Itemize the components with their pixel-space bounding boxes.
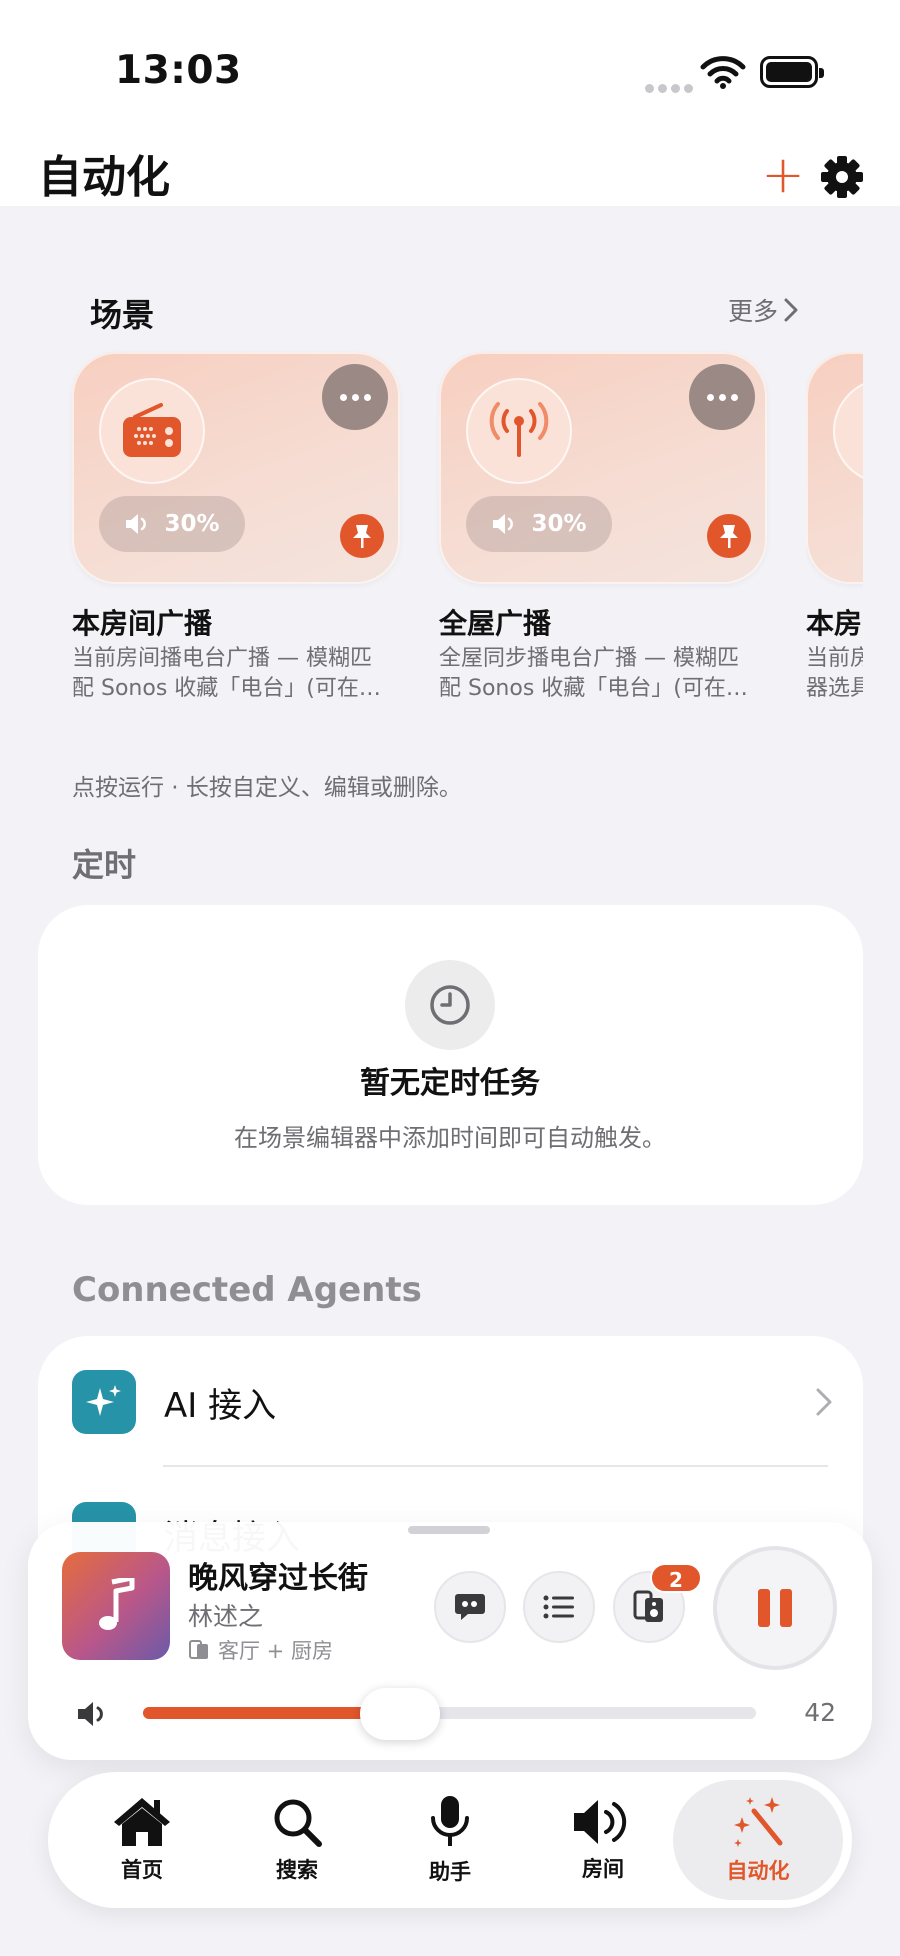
- battery-icon: [760, 56, 824, 88]
- gear-icon[interactable]: [818, 153, 866, 201]
- more-label: 更多: [728, 297, 779, 326]
- speaker-volume-icon: [574, 1800, 627, 1844]
- pin-icon: [720, 525, 738, 548]
- volume-slider-thumb[interactable]: [360, 1688, 440, 1740]
- scene-pin-button[interactable]: [340, 514, 384, 558]
- antenna-icon: [489, 402, 549, 457]
- agents-divider: [163, 1465, 828, 1467]
- scenes-hint: 点按运行 · 长按自定义、编辑或删除。: [72, 775, 462, 801]
- scene-icon-wrap: [99, 378, 205, 484]
- scene-volume-pill: 30%: [466, 496, 612, 552]
- scene-desc-line2: 配 Sonos 收藏「电台」(可在…: [439, 676, 748, 701]
- volume-icon: [78, 1702, 103, 1726]
- queue-button[interactable]: [523, 1571, 595, 1643]
- scene-title: 全屋广播: [439, 607, 552, 640]
- schedule-empty-subtitle: 在场景编辑器中添加时间即可自动触发。: [234, 1124, 666, 1152]
- search-icon: [274, 1799, 322, 1847]
- status-time: 13:03: [115, 48, 242, 93]
- player-grabber-handle[interactable]: [408, 1526, 490, 1534]
- page-title: 自动化: [38, 152, 170, 203]
- track-artist: 林述之: [188, 1602, 264, 1631]
- scenes-section-title: 场景: [90, 296, 155, 334]
- album-art[interactable]: [62, 1552, 170, 1660]
- speaker-icon: [126, 514, 147, 534]
- scene-more-button[interactable]: [322, 364, 388, 430]
- tab-label: 首页: [121, 1858, 163, 1882]
- volume-value: 42: [804, 1698, 836, 1727]
- speaker-icon: [189, 1640, 208, 1659]
- tab-home[interactable]: 首页: [67, 1780, 217, 1900]
- chevron-right-icon: [816, 1388, 832, 1416]
- chevron-right-icon: [784, 298, 798, 322]
- scene-volume-value: 30%: [531, 511, 587, 537]
- schedule-empty-card: [38, 905, 863, 1205]
- scene-title: 本房间广播: [72, 607, 213, 640]
- scene-volume-value: 30%: [164, 511, 220, 537]
- sparkles-icon: [72, 1370, 136, 1434]
- scene-desc-line2: 配 Sonos 收藏「电台」(可在…: [72, 676, 381, 701]
- schedule-section-title: 定时: [72, 846, 137, 884]
- scene-more-button[interactable]: [689, 364, 755, 430]
- tab-rooms[interactable]: 房间: [528, 1780, 678, 1900]
- plus-icon: +: [761, 145, 805, 205]
- agent-row-ai[interactable]: AI 接入: [72, 1370, 832, 1434]
- cellular-signal-icon: [645, 78, 697, 97]
- scene-desc-line2: 器选具: [806, 676, 863, 701]
- scene-pin-button[interactable]: [707, 514, 751, 558]
- quote-bubble-icon: [455, 1594, 485, 1620]
- tab-label: 助手: [429, 1860, 471, 1884]
- tab-label: 自动化: [726, 1859, 790, 1883]
- speaker-group-icon: [633, 1590, 663, 1622]
- tab-assistant[interactable]: 助手: [375, 1780, 525, 1900]
- agents-section-title: Connected Agents: [72, 1270, 422, 1310]
- clock-icon-wrap: [405, 960, 495, 1050]
- tab-label: 搜索: [276, 1858, 318, 1882]
- scene-volume-pill: 30%: [99, 496, 245, 552]
- scene-icon-wrap: [466, 378, 572, 484]
- clock-icon: [430, 985, 470, 1025]
- schedule-empty-title: 暂无定时任务: [360, 1066, 540, 1101]
- pause-icon: [758, 1589, 770, 1627]
- tab-label: 房间: [582, 1857, 624, 1881]
- agent-label: AI 接入: [164, 1385, 277, 1426]
- magic-wand-icon: [734, 1797, 783, 1847]
- track-rooms: 客厅 + 厨房: [188, 1635, 333, 1665]
- microphone-icon: [431, 1796, 469, 1846]
- pin-icon: [353, 525, 371, 548]
- home-icon: [114, 1798, 170, 1846]
- scenes-more-link[interactable]: 更多: [728, 292, 798, 328]
- tab-automation[interactable]: 自动化: [673, 1780, 843, 1900]
- scene-title: 本房: [806, 607, 863, 640]
- wifi-icon: [700, 56, 746, 89]
- scene-desc-line1: 当前房间播电台广播 — 模糊匹: [72, 646, 372, 671]
- rooms-label: 客厅 + 厨房: [218, 1639, 333, 1663]
- pause-button[interactable]: [713, 1546, 837, 1670]
- tab-search[interactable]: 搜索: [222, 1780, 372, 1900]
- scene-desc-line1: 全屋同步播电台广播 — 模糊匹: [439, 646, 739, 671]
- music-note-icon: [99, 1578, 135, 1630]
- list-icon: [543, 1595, 574, 1619]
- scene-desc-line1: 当前房: [806, 646, 863, 671]
- radio-icon: [123, 403, 181, 457]
- add-button[interactable]: +: [760, 149, 806, 201]
- speaker-count-badge: 2: [650, 1563, 702, 1593]
- track-title: 晚风穿过长街: [188, 1561, 368, 1596]
- speaker-icon: [493, 514, 514, 534]
- lyrics-button[interactable]: [434, 1571, 506, 1643]
- scene-card-clip: 本房 当前房 器选具: [806, 352, 863, 732]
